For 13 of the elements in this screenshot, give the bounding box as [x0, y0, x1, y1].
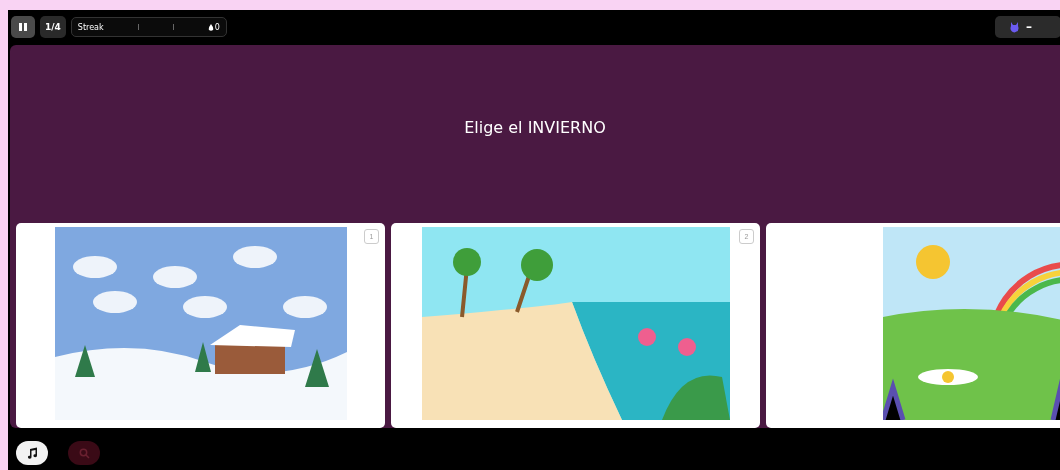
creature-icon [1009, 21, 1020, 33]
question-text: Elige el INVIERNO [464, 117, 606, 137]
page-counter[interactable]: 1/4 [40, 16, 66, 38]
power-up-button[interactable]: – [995, 16, 1060, 38]
answer-card[interactable] [766, 223, 1060, 428]
music-note-icon [26, 447, 38, 459]
flame-icon [207, 23, 214, 31]
streak-count: 0 [207, 22, 220, 32]
pause-button[interactable] [11, 16, 35, 38]
music-button[interactable] [16, 441, 48, 465]
pause-icon [18, 22, 28, 32]
streak-label: Streak [77, 22, 104, 32]
zoom-icon [78, 447, 90, 459]
